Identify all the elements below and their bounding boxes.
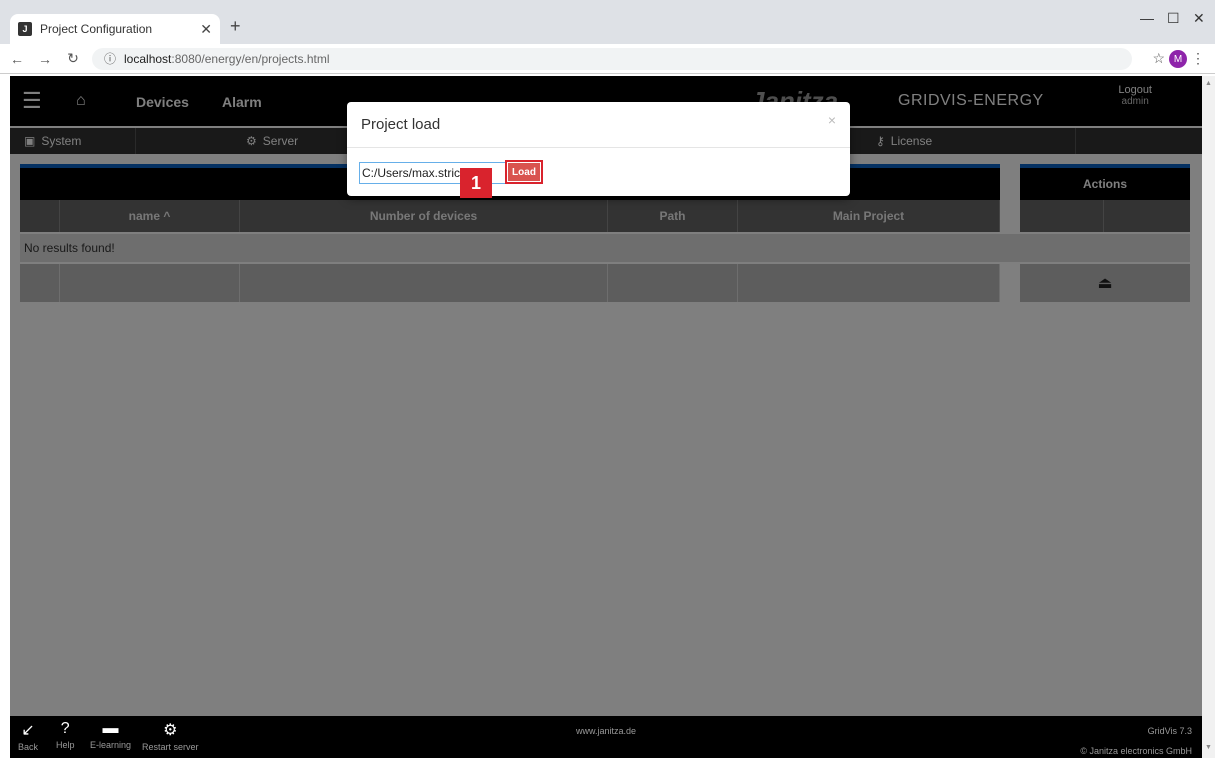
- browser-tab[interactable]: J Project Configuration ✕: [10, 14, 220, 44]
- scroll-up-icon[interactable]: ▲: [1205, 80, 1212, 87]
- maximize-icon[interactable]: ☐: [1167, 10, 1180, 27]
- profile-avatar[interactable]: M: [1169, 50, 1187, 68]
- minimize-icon[interactable]: —: [1140, 10, 1154, 26]
- footer-elearning-label: E-learning: [90, 740, 132, 750]
- footer-copyright: © Janitza electronics GmbH: [1080, 746, 1192, 756]
- step-marker: 1: [460, 168, 492, 198]
- browser-tabbar: J Project Configuration ✕ + — ☐ ✕: [0, 0, 1215, 44]
- new-tab-icon[interactable]: +: [230, 16, 241, 37]
- footer-help-label: Help: [56, 740, 75, 750]
- scrollbar[interactable]: [1202, 76, 1215, 758]
- url-host: localhost: [124, 51, 172, 66]
- scroll-down-icon[interactable]: ▼: [1205, 744, 1212, 751]
- favicon-icon: J: [18, 22, 32, 36]
- info-icon: ⓘ: [104, 52, 117, 66]
- footer: ↙ Back ? Help ▬ E-learning ⚙ Restart ser…: [10, 716, 1202, 758]
- url-path: :8080/energy/en/projects.html: [171, 51, 330, 66]
- footer-back-label: Back: [18, 742, 39, 752]
- footer-restart[interactable]: ⚙ Restart server: [142, 720, 199, 752]
- tab-title: Project Configuration: [40, 22, 153, 36]
- dialog-title: Project load: [347, 102, 850, 148]
- footer-restart-label: Restart server: [142, 742, 199, 752]
- forward-arrow-icon[interactable]: →: [34, 51, 56, 67]
- reload-icon[interactable]: ↻: [62, 50, 84, 67]
- window-close-icon[interactable]: ✕: [1193, 10, 1205, 27]
- address-bar: ← → ↻ ⓘ localhost :8080/energy/en/projec…: [0, 44, 1215, 74]
- back-arrow-icon[interactable]: ←: [6, 51, 28, 67]
- close-icon[interactable]: ✕: [200, 21, 212, 38]
- bookmark-star-icon[interactable]: ☆: [1152, 50, 1165, 67]
- footer-url[interactable]: www.janitza.de: [10, 726, 1202, 736]
- project-load-dialog: Project load × Load: [347, 102, 850, 196]
- close-icon[interactable]: ×: [828, 112, 836, 128]
- menu-kebab-icon[interactable]: ⋮: [1191, 50, 1205, 67]
- url-input[interactable]: ⓘ localhost :8080/energy/en/projects.htm…: [92, 47, 1132, 70]
- load-button-highlight: Load: [505, 160, 543, 184]
- load-button[interactable]: Load: [508, 163, 540, 181]
- footer-back[interactable]: ↙ Back: [18, 720, 38, 752]
- footer-version: GridVis 7.3: [1147, 726, 1192, 736]
